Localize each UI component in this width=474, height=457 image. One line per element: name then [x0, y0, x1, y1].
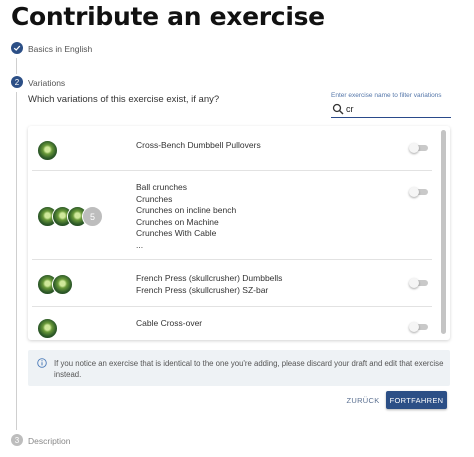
filter-label: Enter exercise name to filter variations: [331, 92, 442, 99]
exercise-name: Ball crunches: [136, 182, 188, 192]
variation-names: Ball crunches Crunches Crunches on incli…: [136, 182, 236, 251]
info-icon: [37, 358, 47, 368]
filter-field[interactable]: [331, 101, 451, 118]
variation-toggle[interactable]: [409, 322, 429, 332]
more-count-badge: 5: [82, 206, 103, 227]
step-label-basics[interactable]: Basics in English: [28, 44, 92, 54]
variation-group-row[interactable]: French Press (skullcrusher) Dumbbells Fr…: [28, 260, 435, 306]
exercise-avatar: [52, 274, 73, 295]
exercise-name: Crunches on Machine: [136, 216, 219, 227]
exercise-name: Cross-Bench Dumbbell Pullovers: [136, 140, 261, 150]
page-title: Contribute an exercise: [11, 2, 325, 31]
filter-input[interactable]: [346, 102, 446, 115]
check-icon: [13, 45, 21, 51]
step-active-circle: 2: [11, 76, 23, 88]
variations-list[interactable]: Cross-Bench Dumbbell Pullovers 5 Ball cr…: [28, 126, 450, 340]
exercise-name: Cable Cross-over: [136, 318, 203, 328]
back-button[interactable]: ZURÜCK: [346, 393, 380, 407]
step-pending-circle: 3: [11, 434, 23, 446]
info-alert: If you notice an exercise that is identi…: [28, 350, 450, 386]
variation-group-row[interactable]: Cable Cross-over: [28, 307, 435, 340]
variation-names: French Press (skullcrusher) Dumbbells Fr…: [136, 273, 282, 296]
search-icon: [332, 103, 344, 115]
variation-group-row[interactable]: 5 Ball crunches Crunches Crunches on inc…: [28, 171, 435, 259]
step-label-description: Description: [28, 436, 71, 446]
variation-toggle[interactable]: [409, 187, 429, 197]
toggle-thumb: [409, 143, 419, 153]
variations-question: Which variations of this exercise exist,…: [28, 94, 220, 105]
step-connector: [16, 58, 17, 74]
variation-group-row[interactable]: Cross-Bench Dumbbell Pullovers: [28, 126, 435, 170]
variation-names: Cable Cross-over: [136, 318, 202, 330]
exercise-name-ellipsis: ...: [136, 239, 144, 250]
step-content-line: [16, 92, 17, 430]
exercise-name: French Press (skullcrusher) SZ-bar: [136, 284, 269, 295]
step-label-variations: Variations: [28, 78, 66, 88]
list-scrollbar[interactable]: [441, 130, 446, 334]
exercise-name: Crunches With Cable: [136, 228, 217, 238]
variation-toggle[interactable]: [409, 278, 429, 288]
toggle-thumb: [409, 187, 419, 197]
variation-names: Cross-Bench Dumbbell Pullovers: [136, 140, 261, 152]
info-text: If you notice an exercise that is identi…: [54, 359, 444, 379]
step-completed-circle[interactable]: [11, 42, 23, 54]
exercise-name: Crunches on incline bench: [136, 205, 237, 215]
continue-button[interactable]: FORTFAHREN: [386, 391, 447, 409]
toggle-thumb: [409, 278, 419, 288]
exercise-name: Crunches: [136, 193, 173, 204]
exercise-avatar: [37, 318, 58, 339]
variation-toggle[interactable]: [409, 143, 429, 153]
exercise-name: French Press (skullcrusher) Dumbbells: [136, 273, 283, 283]
exercise-avatar: [37, 140, 58, 161]
toggle-thumb: [409, 322, 419, 332]
